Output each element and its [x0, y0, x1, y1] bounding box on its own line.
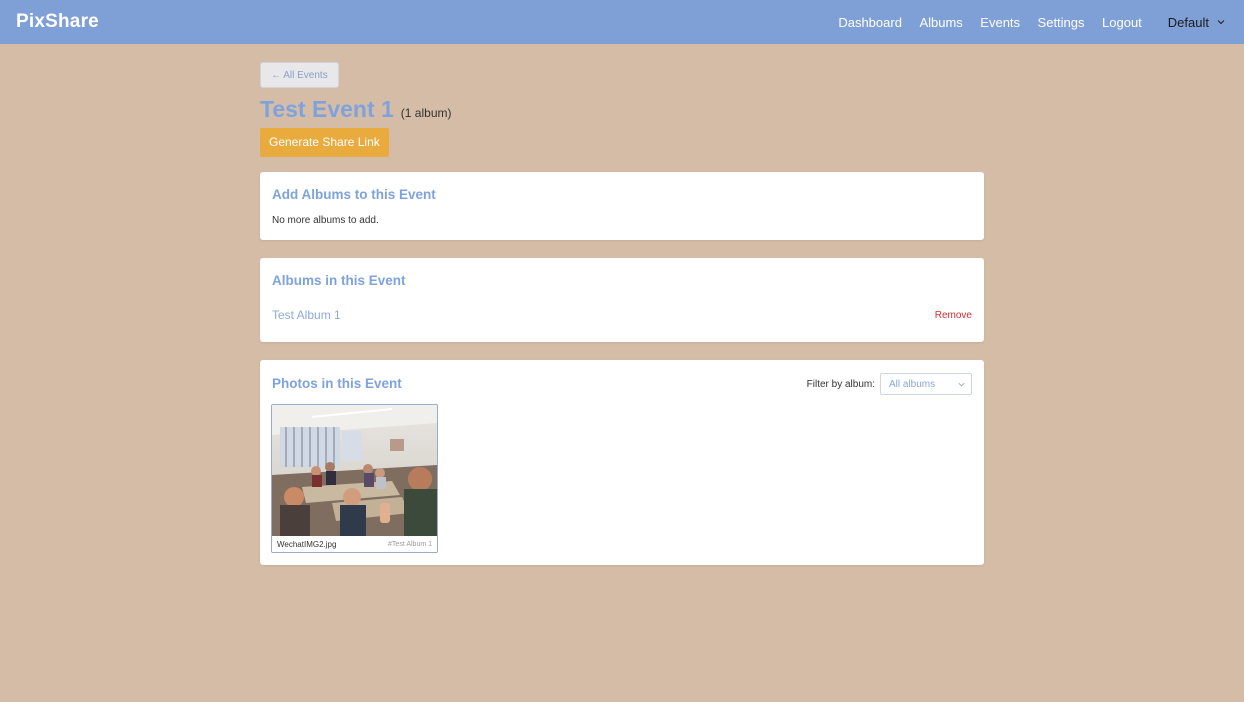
main-content: ← All Events Test Event 1 (1 album) Gene…	[260, 62, 984, 565]
photo-album-tag: #Test Album 1	[388, 540, 432, 548]
album-filter-value: All albums	[889, 378, 936, 390]
photos-card: Photos in this Event Filter by album: Al…	[260, 360, 984, 565]
photo-image	[272, 405, 437, 536]
top-navbar: PixShare Dashboard Albums Events Setting…	[0, 0, 1244, 44]
chevron-down-icon	[958, 382, 965, 386]
list-item: Test Album 1 Remove	[272, 308, 972, 322]
generate-share-link-button[interactable]: Generate Share Link	[260, 128, 389, 157]
album-link[interactable]: Test Album 1	[272, 308, 341, 322]
add-albums-card: Add Albums to this Event No more albums …	[260, 172, 984, 240]
photo-caption: WechatIMG2.jpg #Test Album 1	[272, 536, 437, 552]
nav-link-albums[interactable]: Albums	[919, 15, 962, 30]
remove-album-button[interactable]: Remove	[935, 310, 972, 321]
albums-in-event-card: Albums in this Event Test Album 1 Remove	[260, 258, 984, 342]
chevron-down-icon	[1217, 20, 1225, 25]
album-filter-select[interactable]: All albums	[880, 373, 972, 395]
back-to-events-button[interactable]: ← All Events	[260, 62, 339, 88]
add-albums-title: Add Albums to this Event	[272, 187, 436, 202]
event-header: Test Event 1 (1 album)	[260, 96, 984, 124]
photo-thumbnail[interactable]: WechatIMG2.jpg #Test Album 1	[271, 404, 438, 553]
nav-link-dashboard[interactable]: Dashboard	[838, 15, 902, 30]
nav-link-settings[interactable]: Settings	[1038, 15, 1085, 30]
nav-link-logout[interactable]: Logout	[1102, 15, 1142, 30]
albums-in-event-title: Albums in this Event	[272, 273, 406, 288]
add-albums-note: No more albums to add.	[272, 215, 379, 226]
filter-label: Filter by album:	[806, 378, 875, 390]
theme-selector-label: Default	[1167, 14, 1209, 30]
album-count: (1 album)	[400, 106, 452, 120]
page-title: Test Event 1	[260, 96, 394, 122]
theme-selector[interactable]: Default	[1168, 15, 1226, 30]
photo-filename: WechatIMG2.jpg	[277, 539, 337, 549]
album-filter: Filter by album: All albums	[807, 373, 972, 395]
brand-logo[interactable]: PixShare	[16, 11, 99, 33]
photos-title: Photos in this Event	[272, 376, 402, 391]
nav-links: Dashboard Albums Events Settings Logout …	[821, 15, 1226, 30]
nav-link-events[interactable]: Events	[980, 15, 1020, 30]
